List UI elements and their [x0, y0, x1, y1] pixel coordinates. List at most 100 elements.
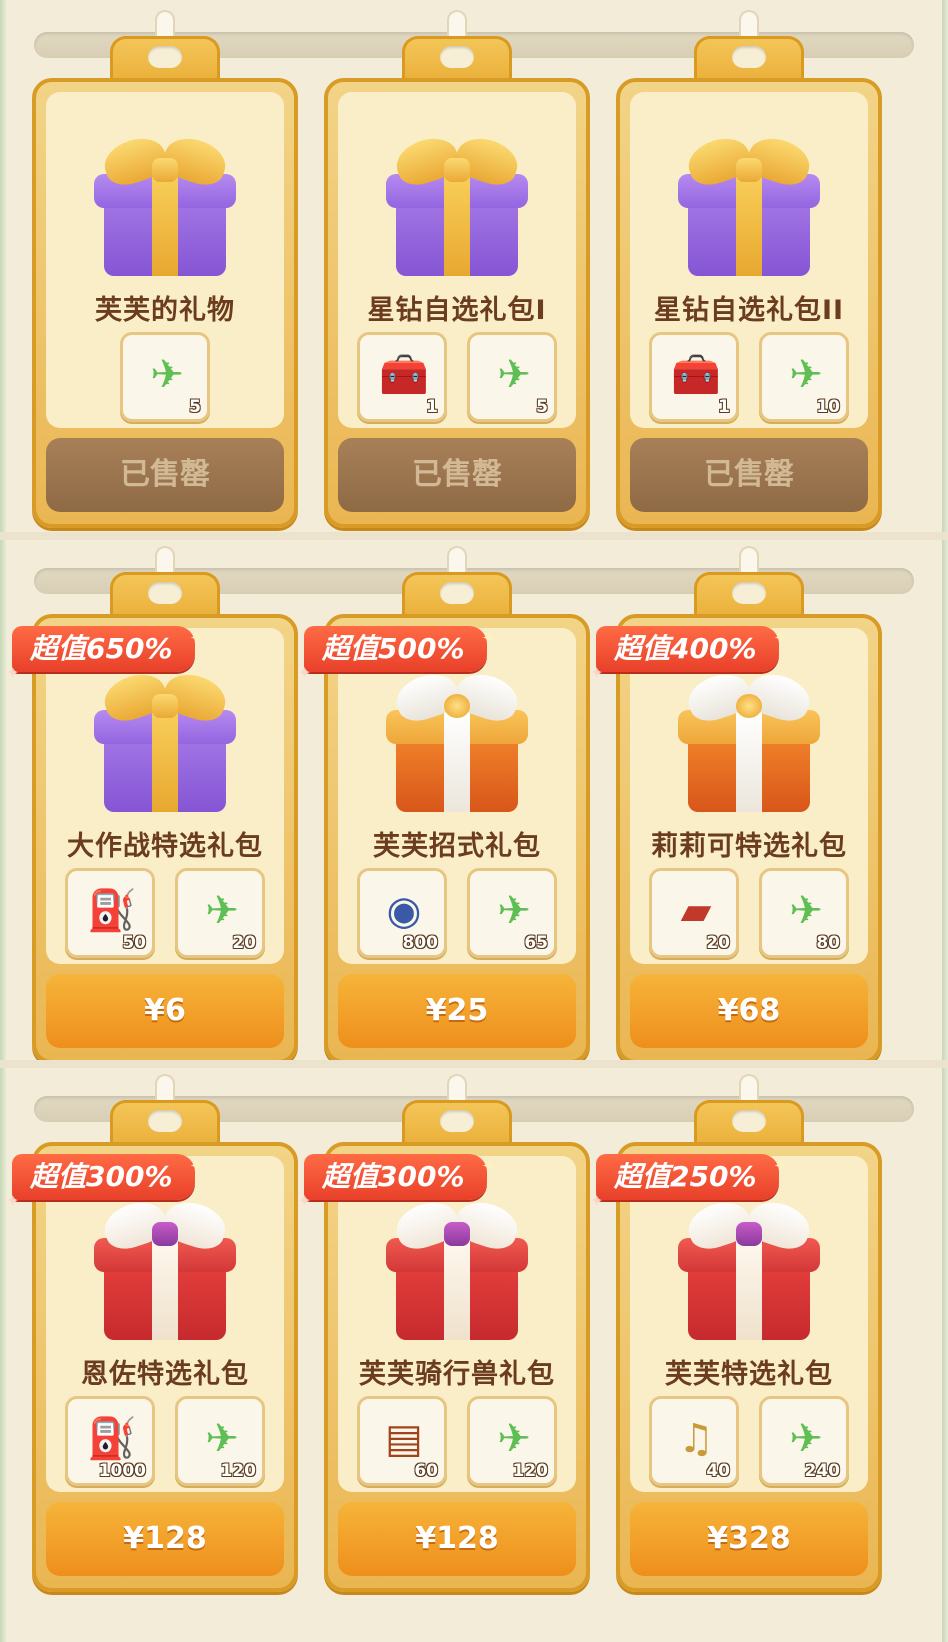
paper-plane-icon: ✈ [205, 1416, 239, 1462]
item-quantity: 1 [718, 397, 730, 417]
pack-name: 芙芙招式礼包 [373, 831, 541, 862]
value-badge: 超值300% [6, 1144, 204, 1224]
reward-item[interactable]: 🧰 1 [357, 332, 447, 422]
pack-name: 莉莉可特选礼包 [651, 831, 847, 862]
gift-box-icon [674, 1195, 824, 1344]
reward-item[interactable]: ⛽ 1000 [65, 1396, 155, 1486]
item-quantity: 20 [232, 933, 256, 953]
section-divider [0, 1060, 948, 1068]
gift-pack-card[interactable]: 芙芙的礼物 ✈ 5 已售罄 [32, 12, 298, 528]
gift-box-icon [382, 667, 532, 816]
energy-canister-icon: ⛽ [87, 1416, 137, 1462]
reward-item[interactable]: ✈ 5 [467, 332, 557, 422]
price-button[interactable]: ¥128 [46, 1502, 284, 1576]
item-quantity: 5 [189, 397, 201, 417]
pack-name: 恩佐特选礼包 [81, 1359, 249, 1390]
price-button[interactable]: ¥6 [46, 974, 284, 1048]
card-body: 恩佐特选礼包 ⛽ 1000 ✈ 120 ¥128 [32, 1142, 298, 1592]
item-quantity: 800 [402, 933, 439, 953]
reward-item[interactable]: ▰ 20 [649, 868, 739, 958]
card-body: 芙芙招式礼包 ◉ 800 ✈ 65 ¥25 [324, 614, 590, 1064]
gift-pack-card[interactable]: 芙芙招式礼包◉800✈65¥25超值500% [298, 548, 590, 1064]
paper-plane-icon: ✈ [789, 352, 823, 398]
card-inner: 星钻自选礼包I 🧰 1 ✈ 5 [338, 92, 576, 428]
ticket-stack-icon: ▤ [385, 1416, 423, 1462]
price-button[interactable]: ¥25 [338, 974, 576, 1048]
item-quantity: 1000 [98, 1461, 146, 1481]
reward-item[interactable]: ⛽ 50 [65, 868, 155, 958]
item-quantity: 10 [816, 397, 840, 417]
reward-item[interactable]: ✈ 120 [467, 1396, 557, 1486]
sold-out-button: 已售罄 [338, 438, 576, 512]
pack-name: 芙芙的礼物 [95, 295, 235, 326]
reward-item[interactable]: ✈ 10 [759, 332, 849, 422]
reward-items: 🧰 1 ✈ 5 [338, 332, 576, 422]
value-badge: 超值300% [298, 1144, 496, 1224]
reward-items: ⛽ 50 ✈ 20 [46, 868, 284, 958]
gift-box-icon [90, 1195, 240, 1344]
card-body: 芙芙特选礼包 ♫ 40 ✈ 240 ¥328 [616, 1142, 882, 1592]
reward-items: ▤ 60 ✈ 120 [338, 1396, 576, 1486]
reward-item[interactable]: ✈ 20 [175, 868, 265, 958]
reward-item[interactable]: ✈ 120 [175, 1396, 265, 1486]
reward-items: ⛽ 1000 ✈ 120 [46, 1396, 284, 1486]
card-inner: 芙芙骑行兽礼包 ▤ 60 ✈ 120 [338, 1156, 576, 1492]
gift-pack-card[interactable]: 星钻自选礼包I 🧰 1 ✈ 5 已售罄 [324, 12, 590, 528]
reward-item[interactable]: ✈ 5 [120, 332, 210, 422]
paper-plane-icon: ✈ [789, 888, 823, 934]
gift-pack-card[interactable]: 莉莉可特选礼包▰20✈80¥68超值400% [590, 548, 882, 1064]
paper-plane-icon: ✈ [789, 1416, 823, 1462]
treasure-chest-icon: 🧰 [379, 352, 429, 398]
gift-pack-card[interactable]: 芙芙骑行兽礼包▤60✈120¥128超值300% [298, 1076, 590, 1592]
price-button[interactable]: ¥128 [338, 1502, 576, 1576]
gift-pack-card[interactable]: 大作战特选礼包 ⛽50✈20 ¥6 超值650% [6, 548, 298, 1064]
card-body: 芙芙骑行兽礼包 ▤ 60 ✈ 120 ¥128 [324, 1142, 590, 1592]
card-body: 芙芙的礼物 ✈ 5 已售罄 [32, 78, 298, 528]
jeweled-chest-icon: 🧰 [671, 352, 721, 398]
card-body: 星钻自选礼包II 🧰 1 ✈ 10 已售罄 [616, 78, 882, 528]
pack-name: 星钻自选礼包I [367, 295, 547, 326]
reward-items: ♫ 40 ✈ 240 [630, 1396, 868, 1486]
lyre-icon: ♫ [678, 1416, 714, 1462]
value-badge: 超值650% [6, 616, 204, 696]
shelf-section: 恩佐特选礼包⛽1000✈120¥128超值300%芙芙骑行兽礼包▤60✈120¥… [0, 1060, 948, 1612]
paper-plane-icon: ✈ [497, 352, 531, 398]
gift-pack-card[interactable]: 恩佐特选礼包⛽1000✈120¥128超值300% [6, 1076, 298, 1592]
reward-item[interactable]: 🧰 1 [649, 332, 739, 422]
paper-plane-icon: ✈ [497, 1416, 531, 1462]
pack-name: 大作战特选礼包 [67, 831, 263, 862]
reward-item[interactable]: ◉ 800 [357, 868, 447, 958]
reward-item[interactable]: ▤ 60 [357, 1396, 447, 1486]
reward-items: 🧰 1 ✈ 10 [630, 332, 868, 422]
value-badge: 超值250% [590, 1144, 788, 1224]
shelf-section: 大作战特选礼包⛽50✈20¥6超值650%芙芙招式礼包◉800✈65¥25超值5… [0, 532, 948, 1084]
card-inner: 大作战特选礼包 ⛽ 50 ✈ 20 [46, 628, 284, 964]
price-button[interactable]: ¥68 [630, 974, 868, 1048]
card-inner: 恩佐特选礼包 ⛽ 1000 ✈ 120 [46, 1156, 284, 1492]
pack-name: 星钻自选礼包II [653, 295, 845, 326]
card-inner: 莉莉可特选礼包 ▰ 20 ✈ 80 [630, 628, 868, 964]
sold-out-button: 已售罄 [46, 438, 284, 512]
pack-name: 芙芙特选礼包 [665, 1359, 833, 1390]
gift-box-icon [90, 667, 240, 816]
gift-box-icon [674, 131, 824, 280]
gift-box-icon [90, 131, 240, 280]
card-inner: 芙芙特选礼包 ♫ 40 ✈ 240 [630, 1156, 868, 1492]
price-button[interactable]: ¥328 [630, 1502, 868, 1576]
reward-item[interactable]: ✈ 80 [759, 868, 849, 958]
card-icon: ▰ [680, 888, 712, 934]
item-quantity: 120 [512, 1461, 549, 1481]
reward-item[interactable]: ♫ 40 [649, 1396, 739, 1486]
sold-out-button: 已售罄 [630, 438, 868, 512]
item-quantity: 240 [804, 1461, 841, 1481]
reward-item[interactable]: ✈ 240 [759, 1396, 849, 1486]
reward-items: ✈ 5 [46, 332, 284, 422]
item-quantity: 120 [220, 1461, 257, 1481]
gift-pack-card[interactable]: 星钻自选礼包II 🧰 1 ✈ 10 已售罄 [616, 12, 882, 528]
paper-plane-icon: ✈ [497, 888, 531, 934]
card-body: 星钻自选礼包I 🧰 1 ✈ 5 已售罄 [324, 78, 590, 528]
gift-pack-card[interactable]: 芙芙特选礼包♫40✈240¥328超值250% [590, 1076, 882, 1592]
gift-box-icon [382, 131, 532, 280]
reward-item[interactable]: ✈ 65 [467, 868, 557, 958]
card-inner: 芙芙的礼物 ✈ 5 [46, 92, 284, 428]
